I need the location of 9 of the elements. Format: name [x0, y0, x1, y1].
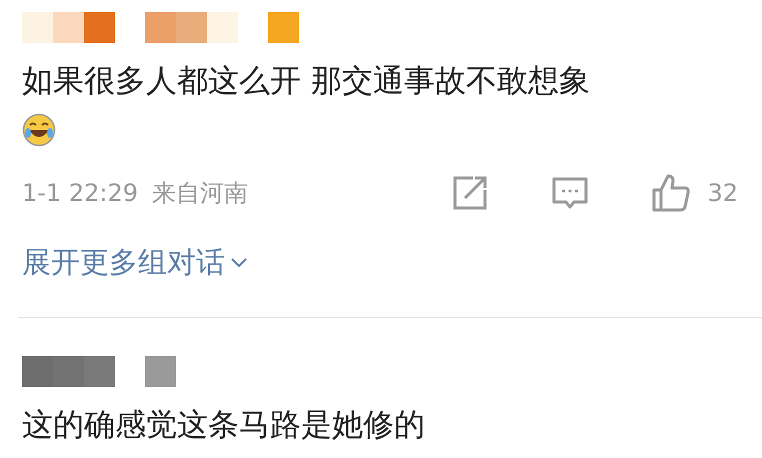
- comment-text: 这的确感觉这条马路是她修的: [22, 406, 426, 445]
- thumbs-up-icon[interactable]: [651, 173, 692, 213]
- like-count: 32: [707, 179, 738, 207]
- chevron-down-icon: [229, 256, 249, 270]
- comment-location: 来自河南: [152, 178, 249, 209]
- comment-text: 如果很多人都这么开 那交通事故不敢想象: [22, 62, 591, 101]
- expand-replies-link[interactable]: 展开更多组对话: [22, 243, 249, 283]
- share-icon[interactable]: [451, 174, 490, 212]
- comment-time: 1-1 22:29: [22, 179, 138, 207]
